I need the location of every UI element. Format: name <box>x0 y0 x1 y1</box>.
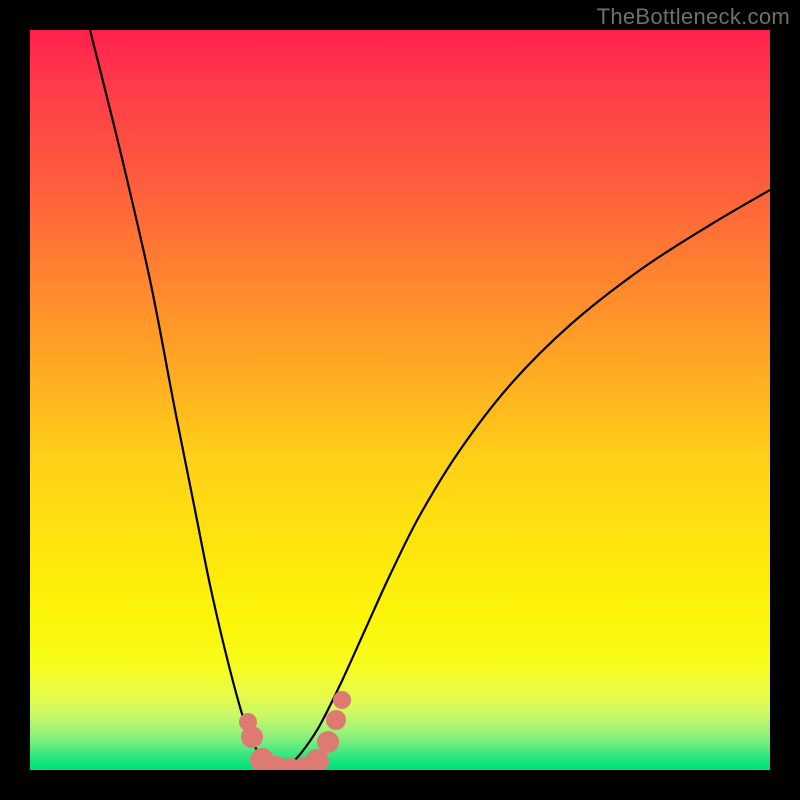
curve-dot <box>333 691 351 709</box>
curve-dot <box>317 731 339 753</box>
watermark-text: TheBottleneck.com <box>597 4 790 30</box>
curve-dots <box>30 30 770 770</box>
curve-dot <box>241 726 263 748</box>
chart-frame: TheBottleneck.com <box>0 0 800 800</box>
curve-dot <box>326 710 346 730</box>
plot-area <box>30 30 770 770</box>
dots-group <box>239 691 351 770</box>
